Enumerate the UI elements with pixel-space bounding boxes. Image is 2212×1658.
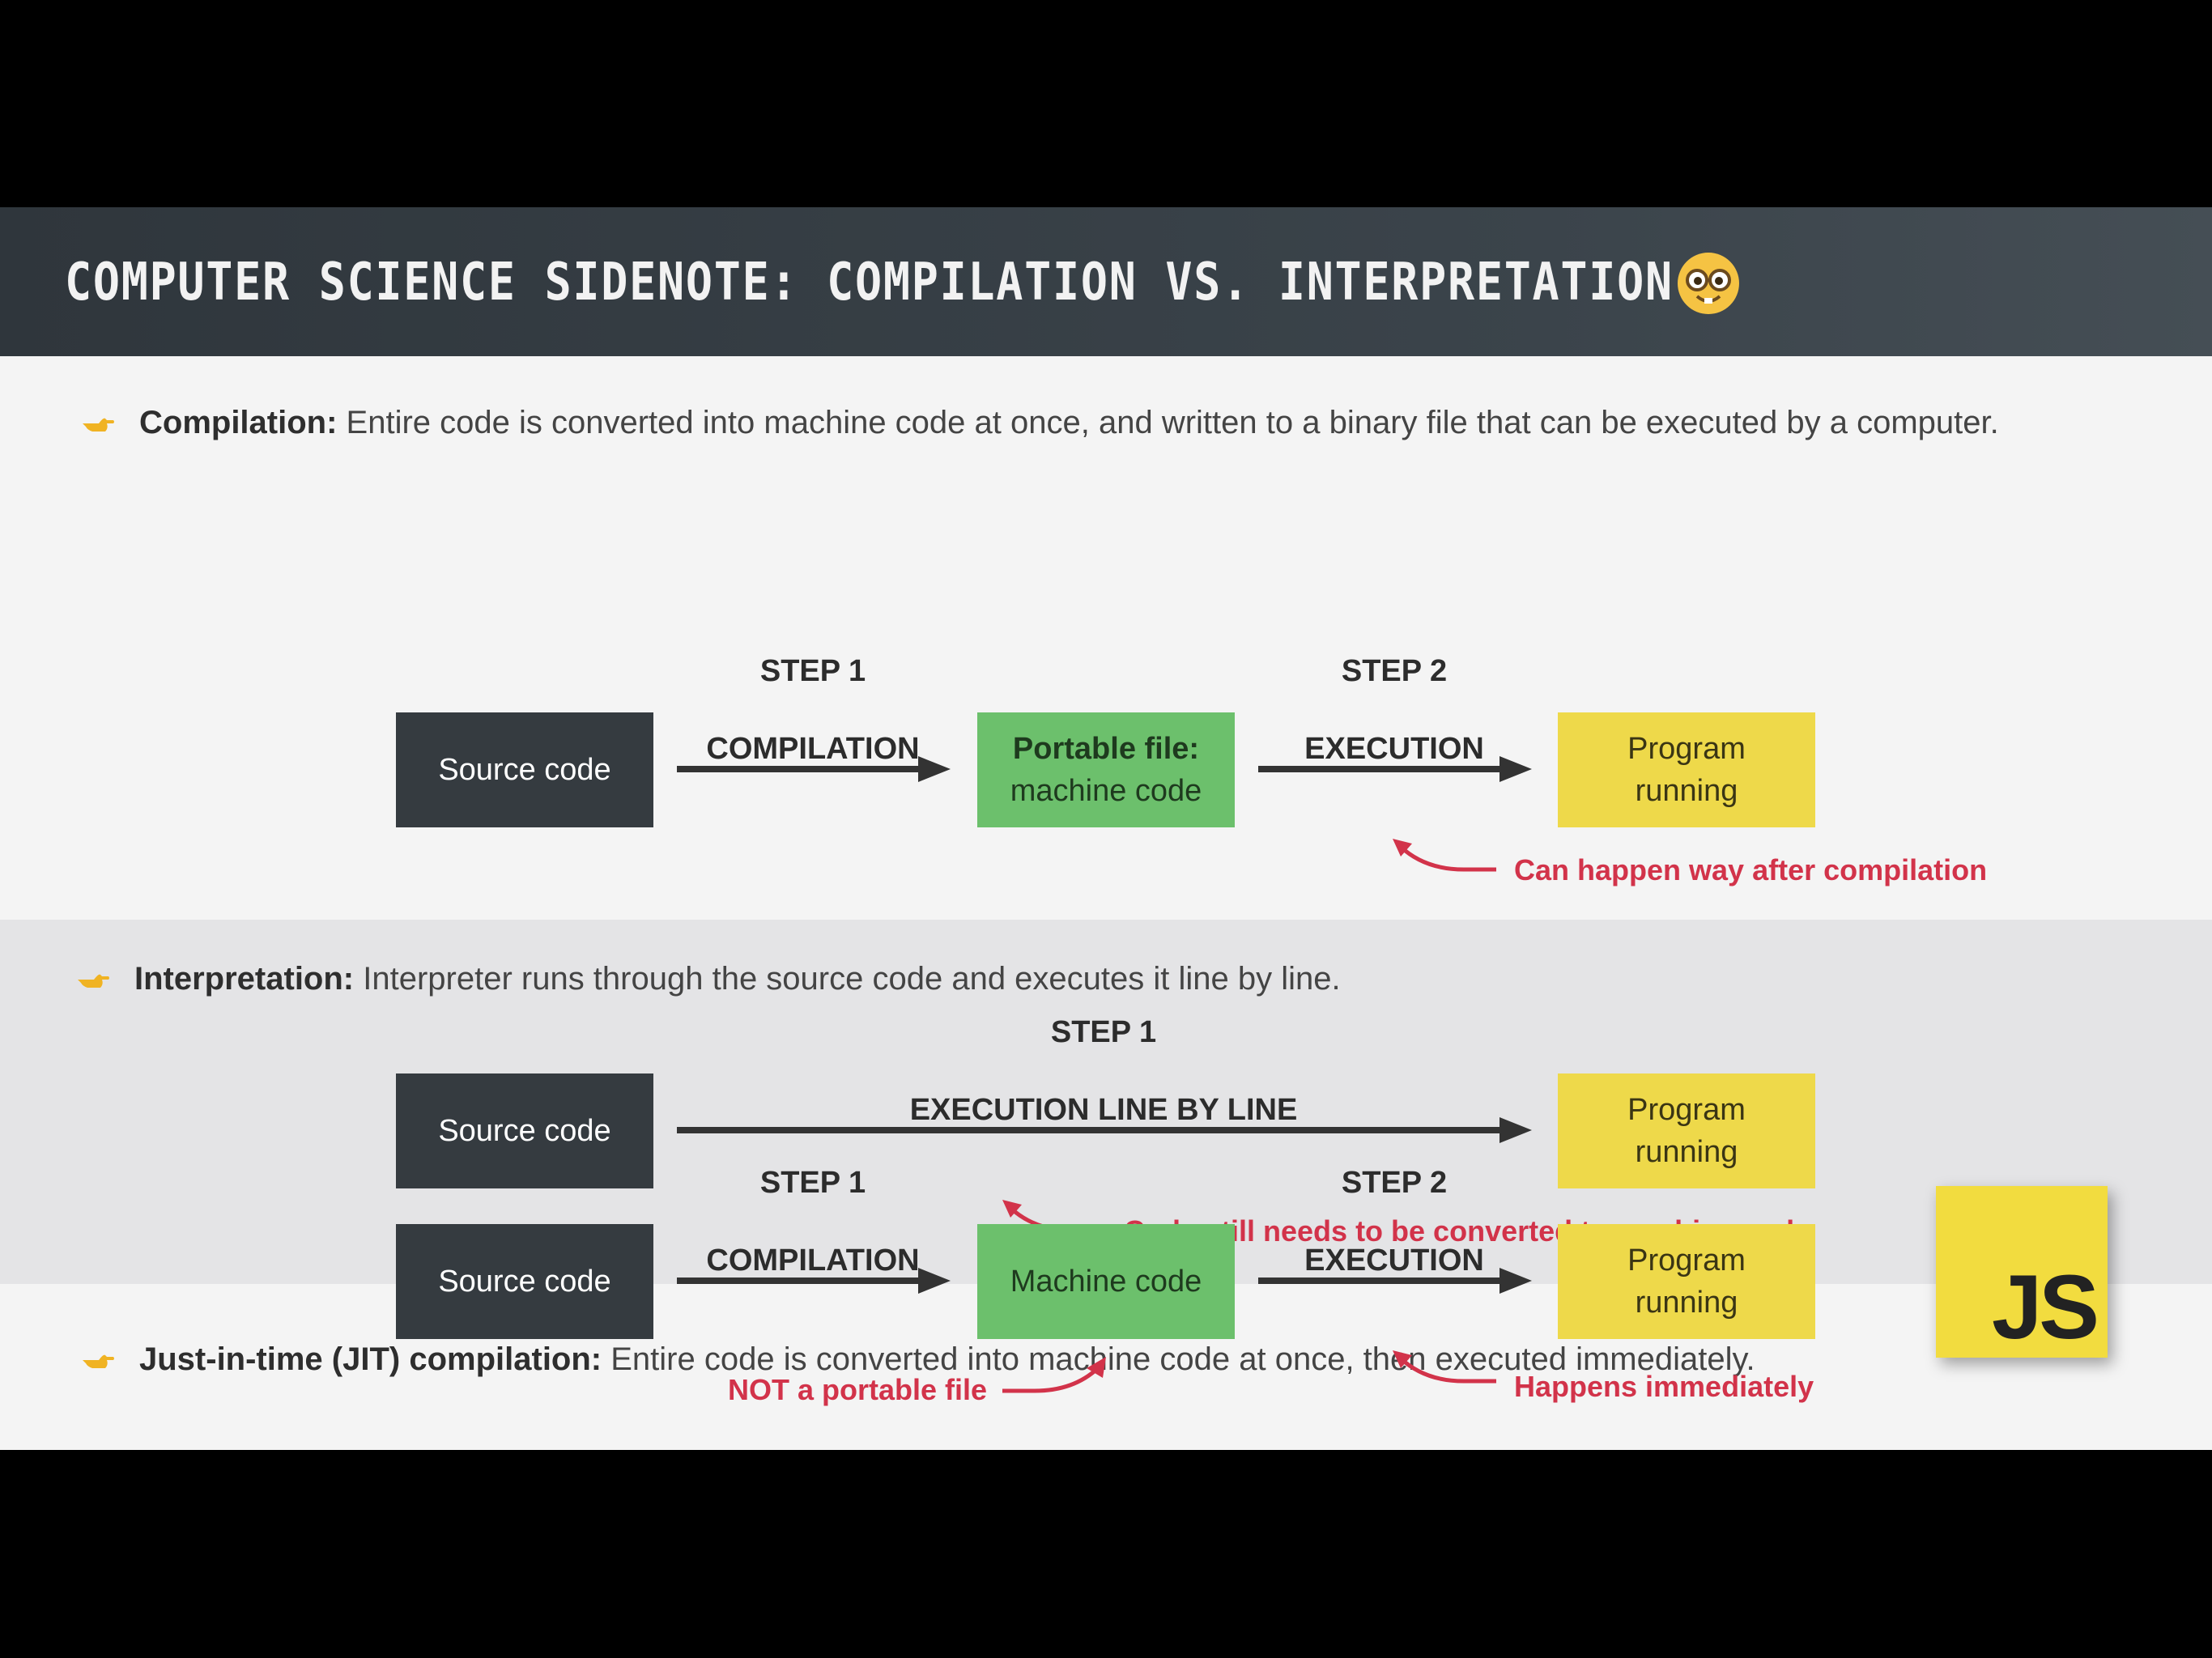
interpretation-description: Interpreter runs through the source code… [354,961,1341,997]
portable-file-line1: Portable file: [1012,732,1200,766]
step1-bottom-label: EXECUTION LINE BY LINE [909,1093,1298,1127]
step2-label: STEP 2 [1341,654,1448,688]
jit-note-right: Happens immediately [1514,1370,1814,1403]
step2-bottom-label: EXECUTION [1304,732,1484,766]
machine-code-box: Machine code [977,1224,1235,1339]
program-running-line2: running [1635,1286,1738,1320]
jit-step1-label: STEP 1 [759,1166,866,1200]
source-code-box: Source code [396,712,653,827]
compilation-section: Compilation: Entire code is converted in… [0,356,2212,920]
jit-source-code-box: Source code [396,1224,653,1339]
slide-title: COMPUTER SCIENCE SIDENOTE: COMPILATION V… [65,253,1674,312]
program-running-line1: Program [1627,732,1746,766]
step1-label: STEP 1 [759,654,866,688]
jit-note-left: NOT a portable file [728,1373,988,1406]
jit-step1-bottom-label: COMPILATION [706,1244,920,1278]
compilation-bullet: Compilation: Entire code is converted in… [81,398,1999,447]
program-running-line1: Program [1627,1244,1746,1278]
program-running-line1: Program [1627,1093,1746,1127]
javascript-logo: JS [1936,1186,2108,1358]
source-code-box: Source code [396,1073,653,1188]
portable-file-box: Portable file: machine code [977,712,1235,827]
curved-arrow-icon [1393,1350,1496,1384]
compilation-term: Compilation: [139,405,338,440]
program-running-line2: running [1635,774,1738,808]
program-running-line2: running [1635,1135,1738,1169]
program-running-box: Program running [1558,1073,1815,1188]
pointing-hand-icon [83,419,114,432]
compilation-note: Can happen way after compilation [1514,853,1988,886]
js-logo-text: JS [1992,1256,2099,1358]
jit-program-running-box: Program running [1558,1224,1815,1339]
pointing-hand-icon [83,1355,114,1369]
step1-label: STEP 1 [1050,1015,1157,1049]
jit-step2-bottom-label: EXECUTION [1304,1244,1484,1278]
portable-file-line2: machine code [1010,774,1202,808]
step1-bottom-label: COMPILATION [706,732,920,766]
jit-term: Just-in-time (JIT) compilation: [139,1341,602,1377]
title-bar: COMPUTER SCIENCE SIDENOTE: COMPILATION V… [0,207,2212,356]
interpretation-bullet: Interpretation: Interpreter runs through… [76,954,1341,1003]
curved-arrow-icon [1393,839,1496,872]
slide: COMPUTER SCIENCE SIDENOTE: COMPILATION V… [0,207,2212,1450]
interpretation-term: Interpretation: [134,961,355,997]
program-running-box: Program running [1558,712,1815,827]
pointing-hand-icon [78,975,109,988]
curved-arrow-icon [1002,1357,1106,1393]
nerd-face-emoji-icon [1678,253,1739,314]
compilation-description: Entire code is converted into machine co… [337,405,1999,440]
jit-step2-label: STEP 2 [1341,1166,1448,1200]
